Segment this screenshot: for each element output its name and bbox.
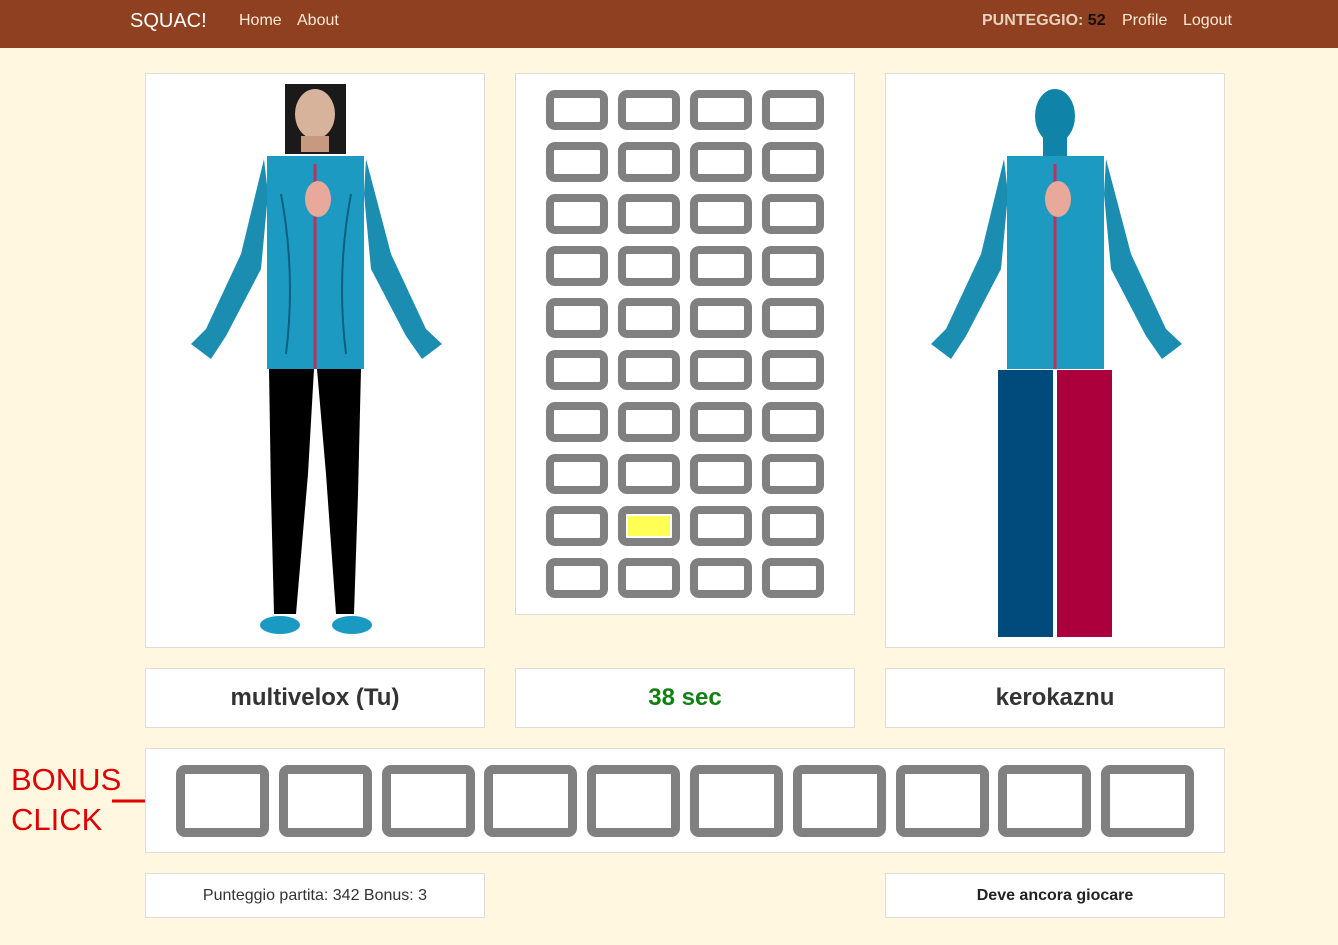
nav-logout-link[interactable]: Logout — [1183, 12, 1232, 30]
opponent-left-leg-block — [998, 370, 1053, 637]
grid-cell[interactable] — [546, 194, 608, 234]
player-right-arm — [364, 159, 442, 359]
nav-about-link[interactable]: About — [297, 12, 339, 30]
player-left-arm — [191, 159, 268, 359]
player-head-face — [295, 89, 335, 139]
grid-cell[interactable] — [618, 454, 680, 494]
opponent-status-text: Deve ancora giocare — [976, 886, 1134, 904]
opponent-name-box: kerokaznu — [885, 668, 1225, 728]
grid-cell[interactable] — [546, 402, 608, 442]
player-right-foot — [332, 616, 372, 634]
bonus-click-slot[interactable] — [381, 765, 475, 837]
countdown-timer: 38 sec — [648, 684, 722, 711]
opponent-heart — [1045, 181, 1071, 217]
grid-cell[interactable] — [618, 558, 680, 598]
grid-cell[interactable] — [762, 454, 824, 494]
player-body-figure — [191, 84, 442, 634]
grid-cell[interactable] — [762, 194, 824, 234]
navbar: SQUAC! Home About PUNTEGGIO: 52 Profile … — [0, 0, 1338, 48]
grid-cell[interactable] — [690, 298, 752, 338]
grid-cell[interactable] — [546, 298, 608, 338]
player-left-foot — [260, 616, 300, 634]
grid-cell[interactable] — [762, 402, 824, 442]
brand-logo[interactable]: SQUAC! — [130, 10, 207, 33]
grid-cell[interactable] — [690, 142, 752, 182]
nav-profile-link[interactable]: Profile — [1122, 12, 1167, 30]
bonus-click-slot[interactable] — [690, 765, 783, 837]
grid-cell[interactable] — [618, 90, 680, 130]
grid-cell[interactable] — [690, 454, 752, 494]
player-name-box: multivelox (Tu) — [145, 668, 485, 728]
opponent-left-arm — [931, 159, 1008, 359]
timer-box: 38 sec — [515, 668, 855, 728]
bonus-annotation-line1: BONUS — [11, 762, 122, 797]
opponent-body-figure — [931, 89, 1182, 637]
grid-cell[interactable] — [618, 298, 680, 338]
nav-home-link[interactable]: Home — [239, 12, 282, 30]
grid-cell[interactable] — [618, 506, 680, 546]
bonus-click-slot[interactable] — [792, 765, 886, 837]
grid-cell[interactable] — [690, 558, 752, 598]
grid-cell[interactable] — [690, 246, 752, 286]
player-name: multivelox (Tu) — [230, 684, 400, 711]
bonus-annotation-line2: CLICK — [11, 802, 103, 837]
match-score-text: Punteggio partita: 342 Bonus: 3 — [202, 886, 428, 904]
grid-cell[interactable] — [618, 142, 680, 182]
grid-cell[interactable] — [546, 506, 608, 546]
match-score-box: Punteggio partita: 342 Bonus: 3 — [145, 873, 485, 918]
grid-cell[interactable] — [546, 90, 608, 130]
grid-cell[interactable] — [762, 90, 824, 130]
grid-cell[interactable] — [618, 350, 680, 390]
score-label: PUNTEGGIO: — [982, 12, 1084, 29]
bonus-click-slot[interactable] — [895, 765, 989, 837]
grid-cell[interactable] — [546, 558, 608, 598]
opponent-status-box: Deve ancora giocare — [885, 873, 1225, 918]
player-body-panel — [145, 73, 485, 648]
grid-cell[interactable] — [762, 142, 824, 182]
opponent-head — [1035, 89, 1075, 143]
bonus-click-slot[interactable] — [998, 765, 1092, 837]
bonus-click-panel — [145, 748, 1225, 853]
grid-cell[interactable] — [762, 298, 824, 338]
grid-cell[interactable] — [546, 350, 608, 390]
grid-cell[interactable] — [690, 506, 752, 546]
bonus-click-slot[interactable] — [587, 765, 681, 837]
grid-cell[interactable] — [618, 246, 680, 286]
grid-cell[interactable] — [690, 194, 752, 234]
grid-cell[interactable] — [762, 350, 824, 390]
bonus-click-slot[interactable] — [278, 765, 372, 837]
grid-cell[interactable] — [618, 194, 680, 234]
player-heart — [305, 181, 331, 217]
grid-cell[interactable] — [546, 246, 608, 286]
opponent-body-panel — [885, 73, 1225, 648]
bonus-click-slot[interactable] — [1101, 765, 1195, 837]
grid-cell[interactable] — [690, 90, 752, 130]
score-display: PUNTEGGIO: 52 — [982, 12, 1106, 30]
opponent-name: kerokaznu — [995, 684, 1115, 711]
grid-cell[interactable] — [690, 350, 752, 390]
grid-cell[interactable] — [762, 246, 824, 286]
game-grid-panel — [515, 73, 855, 615]
opponent-right-arm — [1104, 159, 1182, 359]
bonus-click-slot[interactable] — [484, 765, 578, 837]
opponent-right-leg-block — [1057, 370, 1112, 637]
grid-cell[interactable] — [762, 558, 824, 598]
grid-cell[interactable] — [546, 454, 608, 494]
grid-cell[interactable] — [762, 506, 824, 546]
score-value: 52 — [1087, 12, 1106, 29]
grid-cell[interactable] — [546, 142, 608, 182]
bonus-click-slot[interactable] — [176, 765, 269, 837]
grid-cell[interactable] — [618, 402, 680, 442]
grid-cell[interactable] — [690, 402, 752, 442]
player-left-leg — [269, 369, 314, 614]
